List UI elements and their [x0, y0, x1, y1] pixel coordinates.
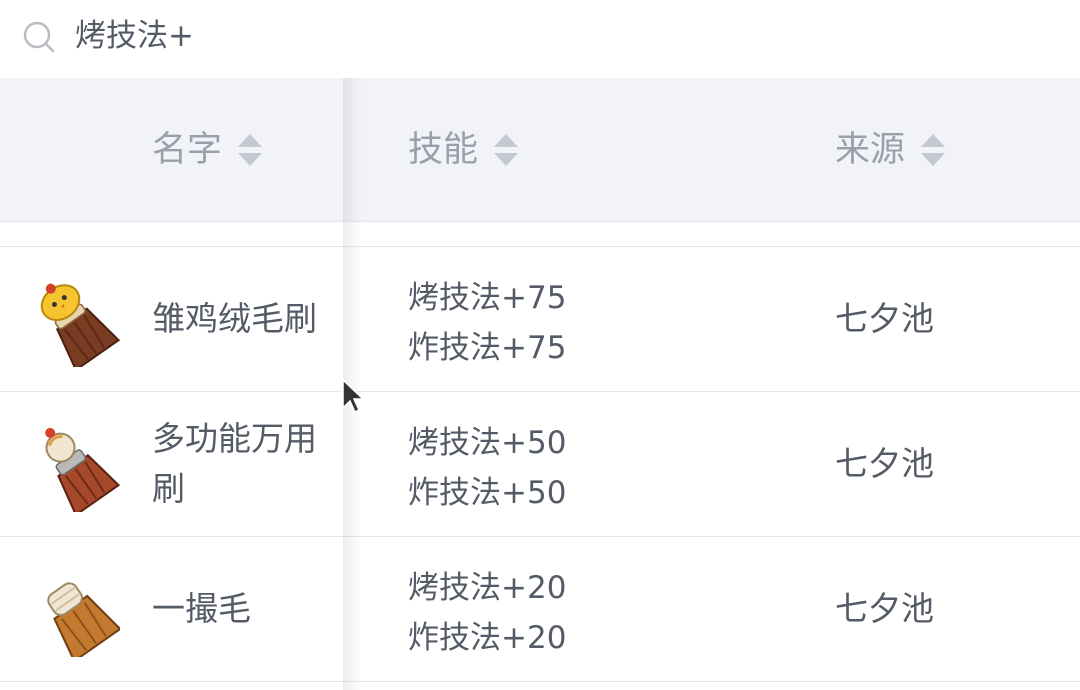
item-name: 雏鸡绒毛刷: [152, 299, 317, 338]
tuft-brush-icon: [47, 582, 120, 657]
table-row: [0, 682, 1080, 690]
sort-icon[interactable]: [492, 132, 520, 168]
item-skills: 烤技法+50 炸技法+50: [408, 418, 566, 518]
table-divider: [0, 222, 1080, 247]
skill-line: 炸技法+20: [408, 620, 567, 656]
chick-fluff-brush-icon: [40, 283, 120, 367]
table-row[interactable]: 多功能万用刷 烤技法+50 炸技法+50 七夕池: [0, 392, 1080, 537]
skill-line: 烤技法+20: [408, 570, 567, 606]
skill-line: 炸技法+75: [408, 330, 567, 366]
cursor-icon: [342, 378, 365, 414]
item-name: 一撮毛: [152, 589, 251, 628]
search-input[interactable]: 烤技法+: [75, 14, 194, 58]
sort-icon[interactable]: [236, 132, 264, 168]
multipurpose-brush-icon: [45, 427, 120, 512]
column-header-label: 技能: [408, 130, 479, 170]
item-skills: 烤技法+75 炸技法+75: [408, 273, 566, 373]
column-header-label: 名字: [152, 130, 223, 170]
skill-line: 烤技法+50: [408, 425, 567, 461]
search-bar[interactable]: 烤技法+: [0, 0, 1080, 78]
item-skills: 烤技法+20 炸技法+20: [408, 563, 566, 663]
sort-icon[interactable]: [919, 132, 947, 168]
item-name: 多功能万用刷: [152, 419, 317, 508]
skill-line: 烤技法+75: [408, 280, 567, 316]
item-table: 名字 技能 来源 雏鸡绒毛刷 烤技法+75 炸技法+75 七夕池 多功能万用刷 …: [0, 78, 1080, 690]
search-icon[interactable]: [22, 20, 56, 54]
column-header-name[interactable]: 名字: [152, 124, 264, 176]
item-source: 七夕池: [835, 589, 934, 628]
item-source: 七夕池: [835, 444, 934, 483]
table-header: 名字 技能 来源: [0, 78, 1080, 222]
skill-line: 炸技法+50: [408, 475, 567, 511]
column-header-source[interactable]: 来源: [835, 124, 947, 176]
table-row[interactable]: 雏鸡绒毛刷 烤技法+75 炸技法+75 七夕池: [0, 247, 1080, 392]
item-source: 七夕池: [835, 299, 934, 338]
column-header-label: 来源: [835, 130, 906, 170]
table-row[interactable]: 一撮毛 烤技法+20 炸技法+20 七夕池: [0, 537, 1080, 682]
column-header-skill[interactable]: 技能: [408, 124, 520, 176]
